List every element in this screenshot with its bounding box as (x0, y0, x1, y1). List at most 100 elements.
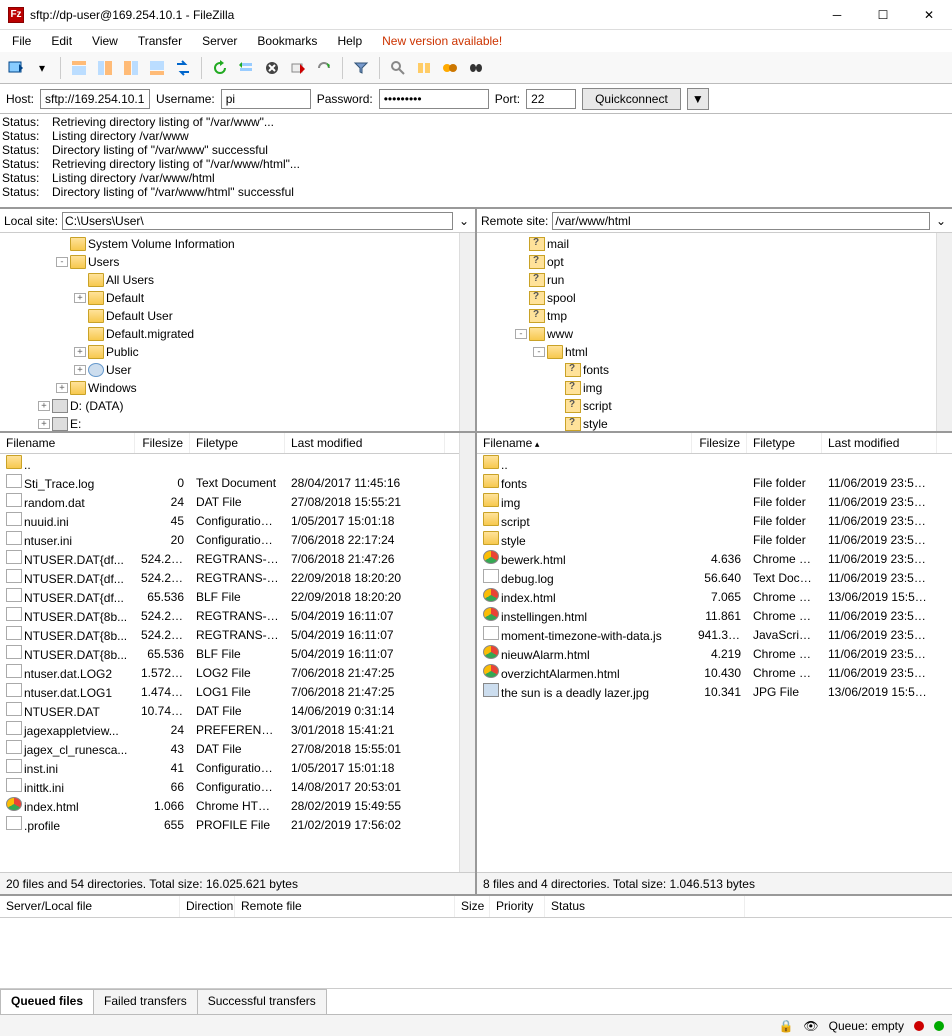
tree-item[interactable]: +Public (2, 343, 473, 361)
sync-browse-button[interactable] (438, 56, 462, 80)
tree-item[interactable]: All Users (2, 271, 473, 289)
list-item[interactable]: ntuser.dat.LOG21.572.864LOG2 File7/06/20… (0, 663, 475, 682)
tree-item[interactable]: +Windows (2, 379, 473, 397)
tree-item[interactable]: -html (479, 343, 950, 361)
password-input[interactable] (379, 89, 489, 109)
list-item[interactable]: NTUSER.DAT{df...65.536BLF File22/09/2018… (0, 587, 475, 606)
tree-item[interactable]: opt (479, 253, 950, 271)
tree-item[interactable]: +Default (2, 289, 473, 307)
tree-item[interactable]: style (479, 415, 950, 433)
remote-path-dropdown[interactable]: ⌄ (934, 214, 948, 228)
cancel-button[interactable] (260, 56, 284, 80)
tree-item[interactable]: script (479, 397, 950, 415)
list-item[interactable]: inst.ini41Configuration ...1/05/2017 15:… (0, 758, 475, 777)
remote-tree[interactable]: mailoptrunspooltmp-www-htmlfontsimgscrip… (477, 233, 952, 433)
list-item[interactable]: inittk.ini66Configuration ...14/08/2017 … (0, 777, 475, 796)
column-header[interactable]: Filetype (190, 433, 285, 453)
list-item[interactable]: ntuser.ini20Configuration ...7/06/2018 2… (0, 530, 475, 549)
remote-path-input[interactable] (552, 212, 930, 230)
list-item[interactable]: Sti_Trace.log0Text Document28/04/2017 11… (0, 473, 475, 492)
expand-icon[interactable] (551, 365, 563, 375)
site-manager-dropdown[interactable]: ▾ (30, 56, 54, 80)
local-file-list[interactable]: FilenameFilesizeFiletypeLast modified ..… (0, 433, 475, 872)
toggle-local-tree-button[interactable] (93, 56, 117, 80)
expand-icon[interactable]: + (74, 293, 86, 303)
expand-icon[interactable]: + (38, 401, 50, 411)
host-input[interactable] (40, 89, 150, 109)
list-item[interactable]: nieuwAlarm.html4.219Chrome H...11/06/201… (477, 644, 952, 663)
expand-icon[interactable] (551, 419, 563, 429)
column-header[interactable]: Filename (477, 433, 692, 453)
list-item[interactable]: overzichtAlarmen.html10.430Chrome H...11… (477, 663, 952, 682)
menu-file[interactable]: File (4, 32, 39, 50)
queue-column[interactable]: Direction (180, 896, 235, 917)
tree-item[interactable]: +D: (DATA) (2, 397, 473, 415)
list-item[interactable]: styleFile folder11/06/2019 23:53:23 (477, 530, 952, 549)
list-item[interactable]: index.html7.065Chrome H...13/06/2019 15:… (477, 587, 952, 606)
list-item[interactable]: jagexappletview...24PREFERENCES ...3/01/… (0, 720, 475, 739)
close-button[interactable]: ✕ (914, 5, 944, 25)
list-item[interactable]: NTUSER.DAT{df...524.288REGTRANS-M...22/0… (0, 568, 475, 587)
list-item[interactable]: NTUSER.DAT10.747.904DAT File14/06/2019 0… (0, 701, 475, 720)
column-header[interactable]: Filetype (747, 433, 822, 453)
quickconnect-button[interactable]: Quickconnect (582, 88, 681, 110)
queue-column[interactable]: Priority (490, 896, 545, 917)
tree-item[interactable]: -Users (2, 253, 473, 271)
list-item[interactable]: NTUSER.DAT{8b...524.288REGTRANS-M...5/04… (0, 606, 475, 625)
expand-icon[interactable]: - (56, 257, 68, 267)
minimize-button[interactable]: ─ (822, 5, 852, 25)
list-item[interactable]: random.dat24DAT File27/08/2018 15:55:21 (0, 492, 475, 511)
process-queue-button[interactable] (234, 56, 258, 80)
tree-item[interactable]: Default User (2, 307, 473, 325)
column-header[interactable]: Last modified (285, 433, 445, 453)
list-item[interactable]: .. (0, 454, 475, 473)
tree-item[interactable]: +E: (2, 415, 473, 433)
local-path-dropdown[interactable]: ⌄ (457, 214, 471, 228)
expand-icon[interactable] (551, 401, 563, 411)
remote-file-list[interactable]: FilenameFilesizeFiletypeLast modified ..… (477, 433, 952, 872)
disconnect-button[interactable] (286, 56, 310, 80)
expand-icon[interactable]: + (74, 347, 86, 357)
compare-button[interactable] (412, 56, 436, 80)
list-item[interactable]: imgFile folder11/06/2019 23:53:23 (477, 492, 952, 511)
toggle-remote-tree-button[interactable] (119, 56, 143, 80)
list-item[interactable]: jagex_cl_runesca...43DAT File27/08/2018 … (0, 739, 475, 758)
expand-icon[interactable] (515, 275, 527, 285)
list-item[interactable]: fontsFile folder11/06/2019 23:53:23 (477, 473, 952, 492)
list-item[interactable]: moment-timezone-with-data.js941.321JavaS… (477, 625, 952, 644)
tree-item[interactable]: mail (479, 235, 950, 253)
tab-queued-files[interactable]: Queued files (0, 989, 94, 1014)
expand-icon[interactable]: + (38, 419, 50, 429)
list-item[interactable]: index.html1.066Chrome HTML...28/02/2019 … (0, 796, 475, 815)
list-item[interactable]: bewerk.html4.636Chrome H...11/06/2019 23… (477, 549, 952, 568)
tab-failed-transfers[interactable]: Failed transfers (93, 989, 198, 1014)
menu-edit[interactable]: Edit (43, 32, 80, 50)
search-button[interactable] (386, 56, 410, 80)
username-input[interactable] (221, 89, 311, 109)
queue-column[interactable]: Server/Local file (0, 896, 180, 917)
menu-new-version[interactable]: New version available! (374, 32, 510, 50)
filter-button[interactable] (349, 56, 373, 80)
transfer-queue-icon[interactable] (171, 56, 195, 80)
expand-icon[interactable]: + (74, 365, 86, 375)
tree-item[interactable]: -www (479, 325, 950, 343)
find-files-button[interactable] (464, 56, 488, 80)
expand-icon[interactable] (74, 329, 86, 339)
menu-transfer[interactable]: Transfer (130, 32, 190, 50)
list-item[interactable]: instellingen.html11.861Chrome H...11/06/… (477, 606, 952, 625)
local-path-input[interactable] (62, 212, 453, 230)
maximize-button[interactable]: ☐ (868, 5, 898, 25)
expand-icon[interactable] (515, 239, 527, 249)
refresh-button[interactable] (208, 56, 232, 80)
log-pane[interactable]: Status:Retrieving directory listing of "… (0, 114, 952, 209)
list-item[interactable]: the sun is a deadly lazer.jpg10.341JPG F… (477, 682, 952, 701)
tab-successful-transfers[interactable]: Successful transfers (197, 989, 327, 1014)
menu-help[interactable]: Help (329, 32, 370, 50)
list-item[interactable]: NTUSER.DAT{8b...65.536BLF File5/04/2019 … (0, 644, 475, 663)
tree-item[interactable]: fonts (479, 361, 950, 379)
expand-icon[interactable] (56, 239, 68, 249)
port-input[interactable] (526, 89, 576, 109)
list-item[interactable]: .profile655PROFILE File21/02/2019 17:56:… (0, 815, 475, 834)
list-item[interactable]: .. (477, 454, 952, 473)
expand-icon[interactable] (515, 257, 527, 267)
